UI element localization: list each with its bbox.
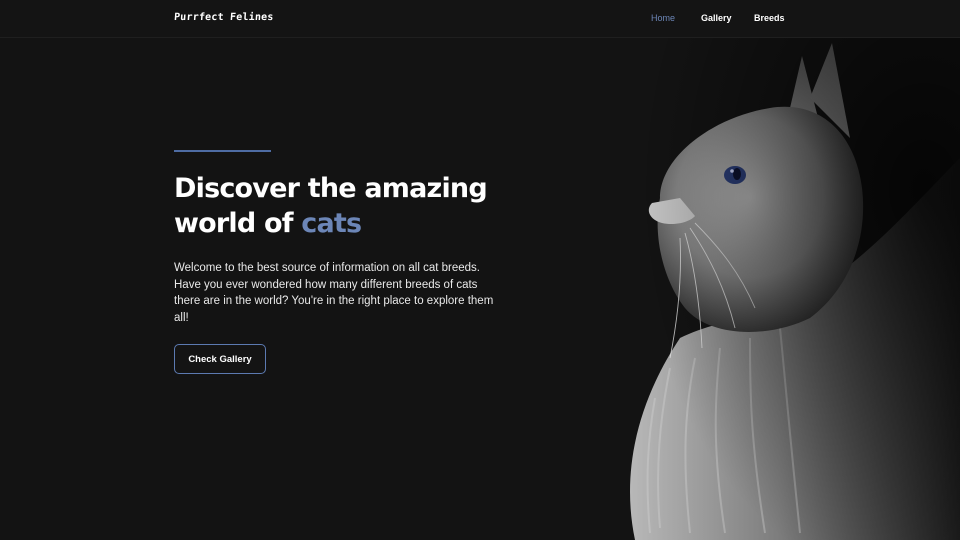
landing-page: Purrfect Felines Home Gallery Breeds Dis… <box>0 0 960 540</box>
headline-accent-divider <box>174 150 271 152</box>
check-gallery-button[interactable]: Check Gallery <box>174 344 266 374</box>
nav-link-home[interactable]: Home <box>651 13 675 23</box>
headline-line-2-prefix: world of <box>174 208 302 239</box>
hero-intro-text: Welcome to the best source of informatio… <box>174 262 494 324</box>
hero-headline: Discover the amazing world of cats <box>174 171 504 241</box>
nav-link-gallery[interactable]: Gallery <box>701 13 732 23</box>
cat-portrait-icon <box>600 38 960 540</box>
top-navbar: Purrfect Felines Home Gallery Breeds <box>0 0 960 38</box>
headline-highlight: cats <box>301 208 362 239</box>
headline-line-1: Discover the amazing <box>174 173 488 204</box>
site-logo[interactable]: Purrfect Felines <box>174 12 274 23</box>
nav-link-breeds[interactable]: Breeds <box>754 13 785 23</box>
